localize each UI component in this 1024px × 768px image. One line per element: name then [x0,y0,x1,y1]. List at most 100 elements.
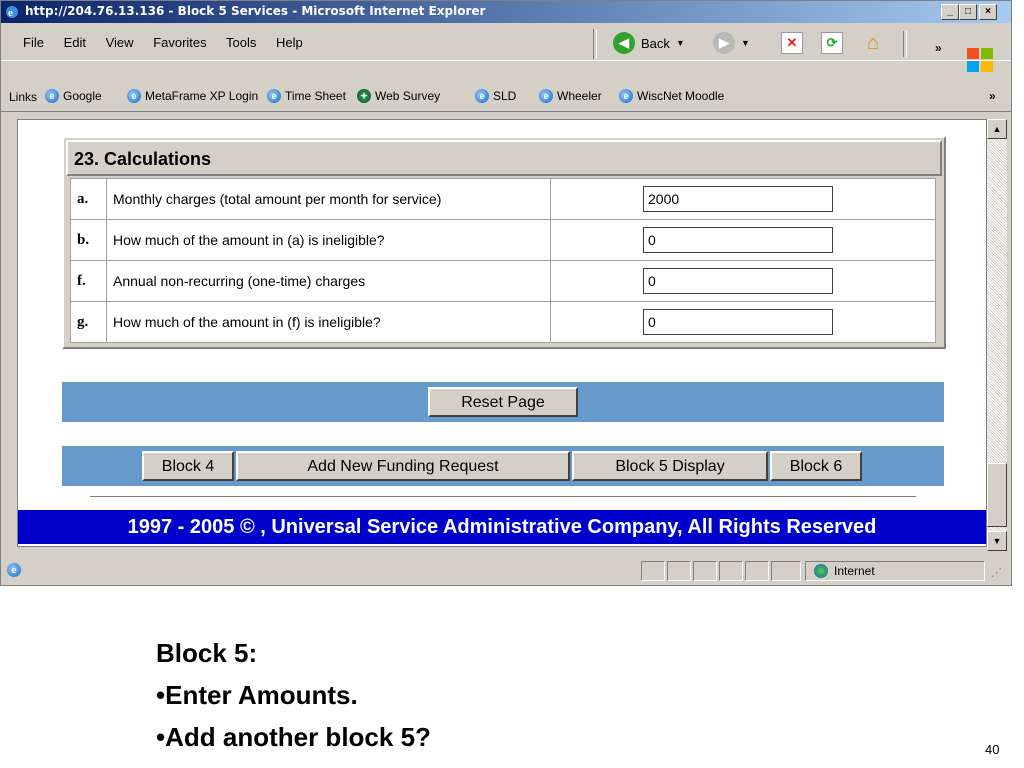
monthly-charges-input[interactable] [643,186,833,212]
reset-page-button[interactable]: Reset Page [428,387,578,417]
back-label: Back [641,35,670,51]
survey-icon: ✦ [357,89,371,103]
add-funding-request-button[interactable]: Add New Funding Request [236,451,570,481]
slide-notes: Block 5: •Enter Amounts. •Add another bl… [156,632,431,758]
ineligible-nonrecurring-input[interactable] [643,309,833,335]
calculations-heading: 23. Calculations [66,140,942,176]
back-arrow-icon: ◀ [613,32,635,54]
close-button[interactable]: × [979,4,997,20]
nonrecurring-charges-input[interactable] [643,268,833,294]
calculations-table: a. Monthly charges (total amount per mon… [70,178,936,343]
page-icon: e [45,89,59,103]
maximize-button[interactable]: □ [959,4,977,20]
menu-help[interactable]: Help [276,35,303,50]
menu-edit[interactable]: Edit [64,35,86,50]
page-icon: e [267,89,281,103]
page-icon: e [619,89,633,103]
status-panel [719,561,743,581]
page-icon: e [539,89,553,103]
row-letter: a. [70,178,107,220]
calculations-panel: 23. Calculations a. Monthly charges (tot… [62,136,946,349]
link-label: Web Survey [375,89,441,103]
stop-button[interactable]: ✕ [781,32,803,54]
row-description: Annual non-recurring (one-time) charges [106,260,551,302]
link-label: Wheeler [557,89,602,103]
resize-grip-icon[interactable]: ⋰ [991,566,1002,579]
menu-bar: File Edit View Favorites Tools Help [1,24,1011,61]
status-panel [667,561,691,581]
slide-bullet-1: •Enter Amounts. [156,680,358,710]
refresh-icon: ⟳ [821,32,843,54]
svg-text:e: e [8,7,13,19]
table-row: b. How much of the amount in (a) is inel… [70,219,936,261]
status-panel [745,561,769,581]
window-title: http://204.76.13.136 - Block 5 Services … [25,4,486,18]
slide-bullet-2: •Add another block 5? [156,722,431,752]
navigation-bar: Block 4 Add New Funding Request Block 5 … [62,446,944,486]
page-icon: e [475,89,489,103]
block-6-button[interactable]: Block 6 [770,451,862,481]
block-5-display-button[interactable]: Block 5 Display [572,451,768,481]
copyright-footer: 1997 - 2005 © , Universal Service Admini… [18,510,986,544]
link-time-sheet[interactable]: e Time Sheet [267,89,346,103]
links-more-icon[interactable]: » [989,89,996,103]
slide-heading: Block 5: [156,638,258,668]
row-letter: b. [70,219,107,261]
toolbar-separator-2 [903,31,907,57]
forward-button[interactable]: ▶ ▼ [713,32,750,54]
toolbar-more-icon[interactable]: » [935,41,942,55]
page-icon: e [127,89,141,103]
menu-favorites[interactable]: Favorites [153,35,206,50]
link-sld[interactable]: e SLD [475,89,516,103]
stop-icon: ✕ [781,32,803,54]
ie-logo-icon: e [6,6,18,19]
link-label: MetaFrame XP Login [145,89,259,103]
refresh-button[interactable]: ⟳ [821,32,843,54]
link-label: Time Sheet [285,89,346,103]
link-web-survey[interactable]: ✦ Web Survey [357,89,440,103]
row-description: Monthly charges (total amount per month … [106,178,551,220]
link-metaframe[interactable]: e MetaFrame XP Login [127,89,258,103]
table-row: f. Annual non-recurring (one-time) charg… [70,260,936,302]
link-google[interactable]: e Google [45,89,102,103]
scroll-up-icon[interactable]: ▲ [987,119,1007,139]
zone-panel: Internet [805,561,985,581]
ineligible-monthly-input[interactable] [643,227,833,253]
toolbar-separator [593,29,597,59]
menu-view[interactable]: View [106,35,134,50]
status-panel [641,561,665,581]
scroll-down-icon[interactable]: ▼ [987,531,1007,551]
block-4-button[interactable]: Block 4 [142,451,234,481]
row-letter: f. [70,260,107,302]
link-label: Google [63,89,102,103]
row-description: How much of the amount in (a) is ineligi… [106,219,551,261]
links-label: Links [9,90,38,104]
row-description: How much of the amount in (f) is ineligi… [106,301,551,343]
minimize-button[interactable]: _ [941,4,959,20]
status-panel [771,561,801,581]
menu-tools[interactable]: Tools [226,35,256,50]
status-bar: e Internet ⋰ [1,558,1011,584]
back-button[interactable]: ◀ Back ▼ [613,32,685,54]
link-wheeler[interactable]: e Wheeler [539,89,602,103]
table-row: a. Monthly charges (total amount per mon… [70,178,936,220]
status-panel [693,561,717,581]
windows-logo-icon [967,48,993,72]
reset-bar: Reset Page [62,382,944,422]
back-dropdown-icon[interactable]: ▼ [676,38,685,48]
slide-page-number: 40 [985,742,1000,757]
table-row: g. How much of the amount in (f) is inel… [70,301,936,343]
menu-items: File Edit View Favorites Tools Help [23,35,319,50]
scroll-thumb[interactable] [987,463,1007,527]
title-bar: e http://204.76.13.136 - Block 5 Service… [1,1,1011,23]
vertical-scrollbar[interactable]: ▲ ▼ [987,119,1007,551]
link-wiscnet[interactable]: e WiscNet Moodle [619,89,724,103]
page-status-icon: e [7,563,21,577]
row-letter: g. [70,301,107,343]
home-button[interactable]: ⌂ [861,32,885,54]
forward-dropdown-icon[interactable]: ▼ [741,38,750,48]
menu-file[interactable]: File [23,35,44,50]
divider [90,496,916,498]
forward-arrow-icon: ▶ [713,32,735,54]
links-bar: Links e Google e MetaFrame XP Login e Time … [1,85,1011,112]
